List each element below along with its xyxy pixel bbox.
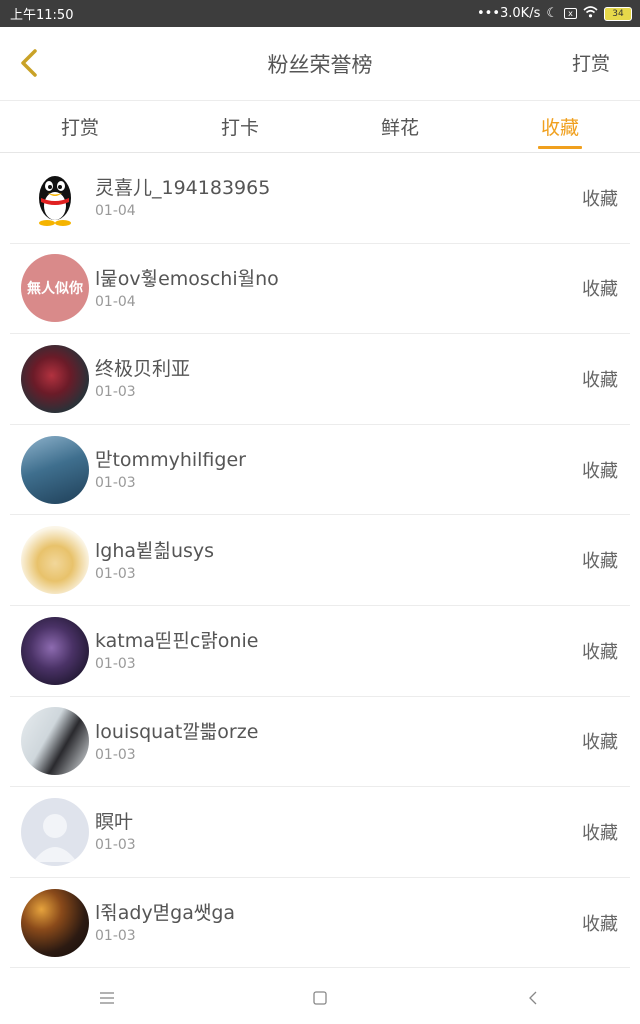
tab-bar: 打赏 打卡 鲜花 收藏: [0, 101, 640, 153]
page-title: 粉丝荣誉榜: [267, 52, 373, 77]
tab-flowers[interactable]: 鲜花: [320, 101, 480, 152]
item-info: l뭁ov훻emoschi월no 01-04: [95, 267, 630, 310]
item-info: 终极贝利亚 01-03: [95, 357, 630, 400]
item-date: 01-03: [95, 928, 136, 945]
home-button[interactable]: [290, 978, 350, 1018]
avatar: [21, 888, 89, 957]
item-info: 瞑叶 01-03: [95, 810, 630, 853]
item-info: 맏tommyhilfiger 01-03: [95, 448, 630, 491]
tab-label: 鲜花: [380, 117, 419, 139]
user-name: katma띧핀c랽onie: [95, 630, 259, 653]
reward-button[interactable]: 打赏: [572, 27, 610, 101]
back-button[interactable]: [6, 40, 52, 86]
favorite-label: 收藏: [582, 460, 618, 482]
qq-penguin-icon: [39, 175, 71, 226]
favorite-label: 收藏: [582, 822, 618, 844]
avatar: [21, 526, 89, 595]
favorite-label: 收藏: [582, 913, 618, 935]
list-item[interactable]: louisquat깔쁣orze 01-03 收藏: [10, 697, 630, 788]
avatar: [21, 797, 89, 866]
user-name: l쥒ady멷ga쌧ga: [95, 902, 236, 925]
list-item[interactable]: katma띧핀c랽onie 01-03 收藏: [10, 606, 630, 697]
tab-label: 收藏: [540, 117, 579, 139]
item-date: 01-03: [95, 656, 136, 673]
triangle-back-icon: [529, 991, 537, 1005]
item-date: 01-04: [95, 293, 136, 310]
item-date: 01-03: [95, 746, 136, 763]
favorite-label: 收藏: [582, 641, 618, 663]
active-tab-indicator: [538, 146, 582, 149]
avatar: 無人似你: [21, 254, 89, 323]
user-name: lgha뷭칆usys: [95, 539, 215, 562]
item-date: 01-03: [95, 475, 136, 492]
square-home-icon: [313, 991, 327, 1005]
item-date: 01-03: [95, 837, 136, 854]
menu-icon: [99, 992, 114, 1004]
item-info: lgha뷭칆usys 01-03: [95, 539, 630, 582]
item-info: 灵喜儿_194183965 01-04: [95, 176, 630, 219]
item-date: 01-03: [95, 384, 136, 401]
favorite-label: 收藏: [582, 279, 618, 301]
moon-icon: ☾: [546, 6, 558, 21]
menu-button[interactable]: [77, 978, 137, 1018]
avatar: [21, 707, 89, 776]
item-info: l쥒ady멷ga쌧ga 01-03: [95, 901, 630, 944]
user-name: 灵喜儿_194183965: [95, 177, 271, 200]
list-item[interactable]: 無人似你 l뭁ov훻emoschi월no 01-04 收藏: [10, 244, 630, 335]
status-bar: 上午11:50 •••3.0K/s ☾ x 34: [0, 0, 640, 27]
list-item[interactable]: 灵喜儿_194183965 01-04 收藏: [10, 153, 630, 244]
user-name: louisquat깔쁣orze: [95, 720, 259, 743]
user-name: 终极贝利亚: [95, 358, 191, 381]
user-name: 맏tommyhilfiger: [95, 449, 246, 472]
user-name: 瞑叶: [95, 811, 134, 834]
system-nav-bar: [0, 972, 640, 1024]
tab-checkin[interactable]: 打卡: [160, 101, 320, 152]
tab-favorites[interactable]: 收藏: [480, 101, 640, 152]
default-user-icon: [33, 813, 77, 862]
tab-label: 打卡: [220, 117, 259, 139]
fan-list: 灵喜儿_194183965 01-04 收藏 無人似你 l뭁ov훻emoschi…: [10, 153, 630, 969]
list-item[interactable]: 瞑叶 01-03 收藏: [10, 787, 630, 878]
chevron-left-icon: [21, 49, 37, 77]
wifi-icon: [583, 5, 598, 22]
item-info: louisquat깔쁣orze 01-03: [95, 720, 630, 763]
favorite-label: 收藏: [582, 369, 618, 391]
status-time: 上午11:50: [10, 8, 74, 23]
sim-icon: x: [564, 8, 577, 19]
tab-reward[interactable]: 打赏: [0, 101, 160, 152]
avatar: [21, 344, 89, 413]
list-item[interactable]: l쥒ady멷ga쌧ga 01-03 收藏: [10, 878, 630, 969]
avatar: [21, 435, 89, 504]
list-item[interactable]: 终极贝利亚 01-03 收藏: [10, 334, 630, 425]
battery-icon: 34: [604, 6, 632, 21]
network-speed: •••3.0K/s: [476, 6, 541, 21]
tab-label: 打赏: [60, 117, 99, 139]
favorite-label: 收藏: [582, 551, 618, 573]
favorite-label: 收藏: [582, 732, 618, 754]
favorite-label: 收藏: [582, 188, 618, 210]
avatar: [21, 616, 89, 685]
app-header: 粉丝荣誉榜 打赏: [0, 27, 640, 101]
item-date: 01-03: [95, 565, 136, 582]
avatar: [21, 163, 89, 232]
list-item[interactable]: lgha뷭칆usys 01-03 收藏: [10, 515, 630, 606]
status-right: •••3.0K/s ☾ x 34: [476, 5, 632, 22]
list-item[interactable]: 맏tommyhilfiger 01-03 收藏: [10, 425, 630, 516]
item-info: katma띧핀c랽onie 01-03: [95, 629, 630, 672]
item-date: 01-04: [95, 203, 136, 220]
avatar-text: 無人似你: [27, 281, 83, 298]
system-back-button[interactable]: [503, 978, 563, 1018]
user-name: l뭁ov훻emoschi월no: [95, 267, 279, 290]
